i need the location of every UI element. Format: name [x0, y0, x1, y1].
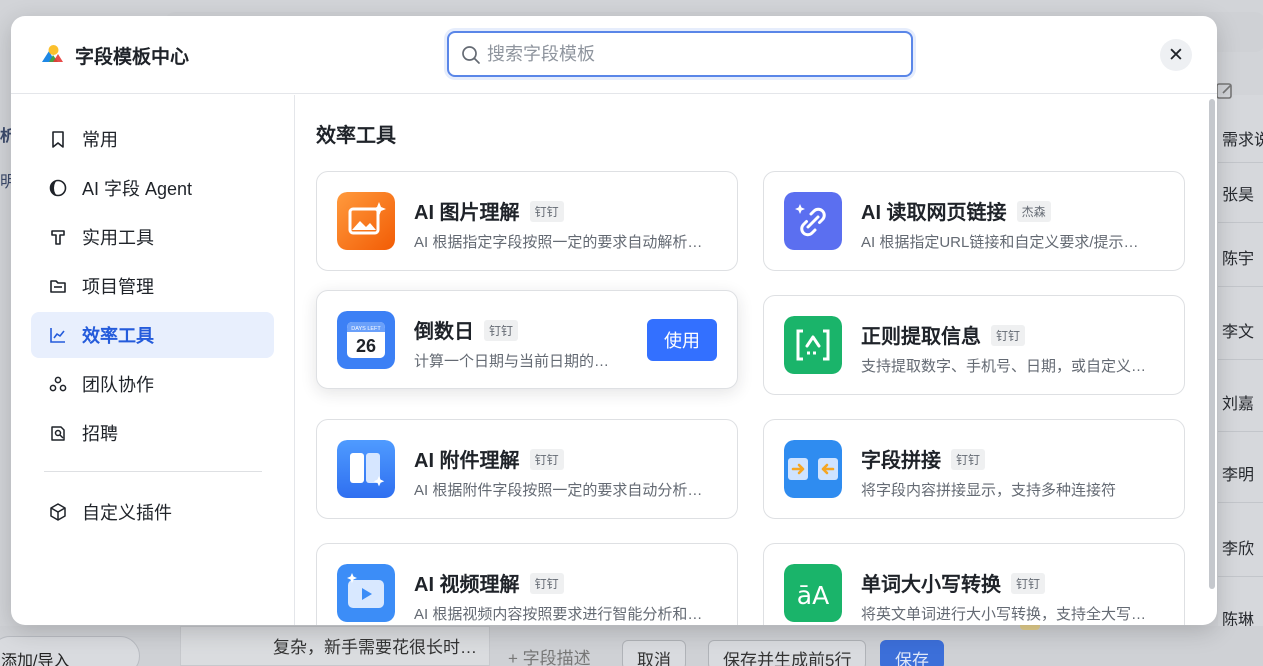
template-name: 倒数日 钉钉 [414, 315, 519, 344]
attachment-ai-icon [337, 440, 395, 498]
background-add-field-desc[interactable]: + 字段描述 [508, 644, 591, 666]
sidebar-item-team-collaboration[interactable]: 团队协作 [31, 361, 274, 407]
close-icon: ✕ [1168, 44, 1184, 66]
template-tag: 钉钉 [529, 201, 564, 222]
video-ai-icon [337, 564, 395, 622]
template-card-ai-video[interactable]: AI 视频理解 钉钉 AI 根据视频内容按照要求进行智能分析和… [316, 543, 738, 625]
calendar-icon: DAYS LEFT 26 [337, 311, 395, 369]
template-description: AI 根据指定字段按照一定的要求自动解析… [414, 234, 703, 251]
modal-title: 字段模板中心 [75, 47, 190, 68]
case-convert-glyph: āA [797, 581, 829, 610]
template-description: 将字段内容拼接显示，支持多种连接符 [861, 482, 1117, 499]
template-tag: 钉钉 [529, 573, 564, 594]
background-edit-icon [1214, 80, 1236, 107]
template-tag: 杰森 [1016, 201, 1051, 222]
sidebar-item-favorites[interactable]: 常用 [31, 116, 274, 162]
search-input[interactable] [487, 42, 897, 66]
search-box[interactable] [447, 31, 913, 77]
bookmark-icon [52, 131, 64, 148]
sidebar-item-utilities[interactable]: 实用工具 [31, 214, 274, 260]
background-save-generate-button[interactable]: 保存并生成前5行 [708, 640, 867, 666]
background-person-cell: 张昊 [1218, 163, 1263, 223]
template-name: AI 视频理解 钉钉 [414, 568, 564, 597]
case-convert-icon: āA [784, 564, 842, 622]
sidebar-item-label: 项目管理 [82, 277, 154, 297]
sidebar-item-label: 常用 [82, 130, 118, 150]
template-card-regex-extract[interactable]: 正则提取信息 钉钉 支持提取数字、手机号、日期，或自定义… [763, 295, 1185, 395]
recruit-icon [51, 426, 65, 441]
sidebar-item-custom-plugin[interactable]: 自定义插件 [31, 489, 274, 535]
template-card-ai-attachment[interactable]: AI 附件理解 钉钉 AI 根据附件字段按照一定的要求自动分析… [316, 419, 738, 519]
calendar-days-left-label: DAYS LEFT [351, 326, 381, 332]
sidebar-item-project-management[interactable]: 项目管理 [31, 263, 274, 309]
background-person-cell: 陈宇 [1218, 227, 1263, 287]
close-button[interactable]: ✕ [1160, 39, 1192, 71]
image-ai-icon [337, 192, 395, 250]
chart-line-icon [50, 328, 65, 343]
sidebar-item-recruitment[interactable]: 招聘 [31, 410, 274, 456]
template-content: 效率工具 AI 图片理解 钉钉 AI 根据指定字段按照一定的要求自动解析… AI… [296, 95, 1207, 625]
template-tag: 钉钉 [529, 449, 564, 470]
background-save-button[interactable]: 保存 [880, 640, 944, 666]
template-name: AI 附件理解 钉钉 [414, 444, 564, 473]
app-logo-icon [42, 45, 63, 62]
template-card-case-convert[interactable]: āA 单词大小写转换 钉钉 将英文单词进行大小写转换，支持全大写… [763, 543, 1185, 625]
template-card-ai-web-link[interactable]: AI 读取网页链接 杰森 AI 根据指定URL链接和自定义要求/提示… [763, 171, 1185, 271]
template-description: AI 根据指定URL链接和自定义要求/提示… [861, 234, 1139, 251]
team-icon [49, 376, 67, 392]
ai-agent-icon [49, 179, 67, 197]
sidebar-item-label: 自定义插件 [82, 503, 172, 523]
regex-icon [784, 316, 842, 374]
sidebar-item-efficiency-tools[interactable]: 效率工具 [31, 312, 274, 358]
template-card-ai-image[interactable]: AI 图片理解 钉钉 AI 根据指定字段按照一定的要求自动解析… [316, 171, 738, 271]
background-person-cell: 刘嘉 [1218, 372, 1263, 432]
sidebar-item-ai-agent[interactable]: AI 字段 Agent [31, 165, 274, 211]
template-description: 计算一个日期与当前日期的… [414, 353, 610, 370]
sidebar-divider [44, 471, 262, 472]
template-tag: 钉钉 [951, 449, 986, 470]
sidebar-item-label: 团队协作 [82, 375, 154, 395]
template-name: AI 读取网页链接 杰森 [861, 196, 1051, 225]
template-description: AI 根据视频内容按照要求进行智能分析和… [414, 606, 703, 623]
sidebar-item-label: 招聘 [82, 424, 118, 444]
template-card-countdown[interactable]: DAYS LEFT 26 倒数日 钉钉 计算一个日期与当前日期的… 使用 [316, 290, 738, 389]
background-person-cell: 李明 [1218, 443, 1263, 503]
template-name: 字段拼接 钉钉 [861, 444, 986, 473]
template-card-field-merge[interactable]: 字段拼接 钉钉 将字段内容拼接显示，支持多种连接符 [763, 419, 1185, 519]
sidebar-item-label: 效率工具 [82, 326, 154, 346]
sidebar-item-label: AI 字段 Agent [82, 179, 193, 199]
template-tag: 钉钉 [484, 320, 519, 341]
section-title: 效率工具 [316, 125, 396, 147]
template-name: 单词大小写转换 钉钉 [861, 568, 1046, 597]
merge-icon [784, 440, 842, 498]
tool-icon [51, 230, 65, 245]
link-ai-icon [784, 192, 842, 250]
template-name: AI 图片理解 钉钉 [414, 196, 564, 225]
background-person-cell: 李文 [1218, 300, 1263, 360]
background-add-import-button[interactable]: 添加/导入 [0, 636, 140, 666]
content-scrollbar[interactable] [1207, 95, 1217, 625]
background-column-header: 需求说 [1218, 113, 1263, 163]
category-sidebar: 常用 AI 字段 Agent 实用工具 项目管理 效率工具 团队协作 招聘 自定… [11, 95, 295, 625]
field-template-center-modal: 字段模板中心 ✕ 常用 AI 字段 Agent 实用工具 项目管理 [11, 16, 1217, 625]
folder-icon [50, 280, 66, 293]
use-button[interactable]: 使用 [647, 319, 717, 361]
search-icon [462, 46, 480, 64]
background-person-cell: 李欣 [1218, 517, 1263, 577]
scrollbar-thumb[interactable] [1209, 99, 1215, 589]
background-cancel-button[interactable]: 取消 [622, 640, 686, 666]
background-row-text: 复杂，新手需要花很长时… [180, 626, 490, 666]
template-tag: 钉钉 [1011, 573, 1046, 594]
template-description: 支持提取数字、手机号、日期，或自定义… [861, 358, 1147, 375]
template-tag: 钉钉 [991, 325, 1026, 346]
template-description: AI 根据附件字段按照一定的要求自动分析… [414, 482, 703, 499]
sidebar-item-label: 实用工具 [82, 228, 154, 248]
calendar-number: 26 [356, 336, 376, 356]
cube-icon [50, 503, 66, 521]
template-description: 将英文单词进行大小写转换，支持全大写… [861, 606, 1147, 623]
modal-header: 字段模板中心 ✕ [11, 16, 1217, 94]
template-name: 正则提取信息 钉钉 [861, 320, 1026, 349]
